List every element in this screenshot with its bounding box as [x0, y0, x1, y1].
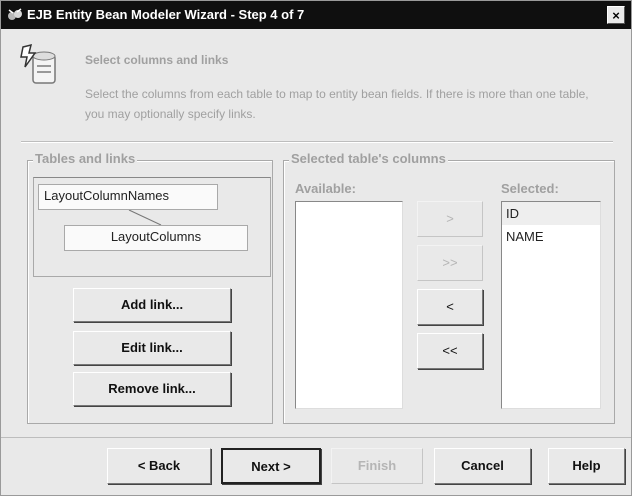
columns-group-label: Selected table's columns [289, 151, 448, 166]
add-column-button[interactable]: > [417, 201, 483, 237]
table-node[interactable]: LayoutColumns [64, 225, 248, 251]
list-item[interactable]: ID [502, 202, 600, 225]
remove-link-label: Remove link... [108, 381, 196, 396]
wizard-header: Select columns and links Select the colu… [1, 29, 631, 139]
remove-all-columns-button[interactable]: << [417, 333, 483, 369]
back-button[interactable]: < Back [107, 448, 211, 484]
bean-app-icon [8, 8, 22, 20]
available-label: Available: [295, 181, 356, 196]
wizard-beans-icon [20, 43, 56, 84]
edit-link-button[interactable]: Edit link... [73, 331, 231, 365]
remove-link-button[interactable]: Remove link... [73, 372, 231, 406]
table-node[interactable]: LayoutColumnNames [38, 184, 218, 210]
selected-label: Selected: [501, 181, 559, 196]
add-link-label: Add link... [120, 297, 184, 312]
close-button[interactable]: × [607, 6, 625, 24]
wizard-window: EJB Entity Bean Modeler Wizard - Step 4 … [0, 0, 632, 496]
edit-link-label: Edit link... [121, 340, 183, 355]
step-description: Select the columns from each table to ma… [85, 87, 589, 121]
footer-separator [1, 437, 631, 438]
title-bar: EJB Entity Bean Modeler Wizard - Step 4 … [1, 1, 631, 29]
header-separator [21, 141, 613, 143]
add-link-button[interactable]: Add link... [73, 288, 231, 322]
list-item[interactable]: NAME [502, 225, 600, 248]
tables-links-label: Tables and links [33, 151, 138, 166]
add-all-columns-button[interactable]: >> [417, 245, 483, 281]
cancel-button[interactable]: Cancel [434, 448, 531, 484]
available-columns-list[interactable] [295, 201, 403, 409]
window-title: EJB Entity Bean Modeler Wizard - Step 4 … [27, 7, 305, 22]
remove-column-button[interactable]: < [417, 289, 483, 325]
help-button[interactable]: Help [548, 448, 625, 484]
finish-button[interactable]: Finish [331, 448, 423, 484]
selected-columns-list[interactable]: ID NAME [501, 201, 601, 409]
step-title: Select columns and links [85, 53, 229, 67]
next-button[interactable]: Next > [221, 448, 321, 484]
